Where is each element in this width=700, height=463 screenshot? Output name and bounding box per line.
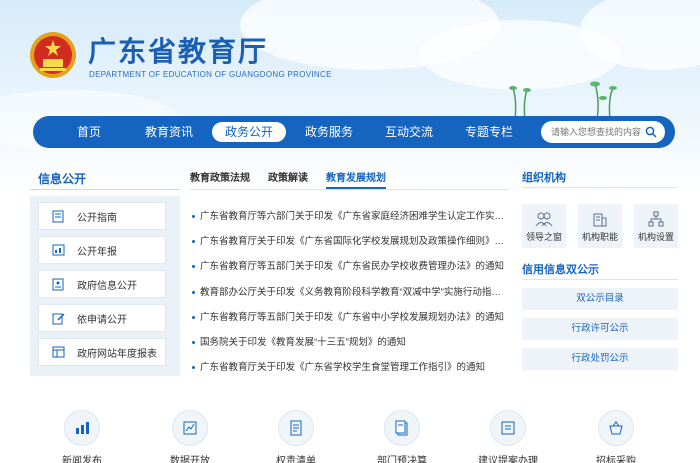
left-item-label: 政府网站年度报表	[77, 348, 157, 360]
left-item-guide[interactable]: 公开指南	[38, 202, 166, 230]
quick-link-procurement[interactable]: 招标采购	[586, 410, 646, 463]
search-input[interactable]	[541, 122, 641, 142]
building-icon	[591, 210, 609, 228]
data-icon	[172, 410, 208, 446]
site-subtitle: DEPARTMENT OF EDUCATION OF GUANGDONG PRO…	[89, 70, 332, 79]
org-item-label: 机构职能	[581, 231, 618, 242]
info-icon	[51, 277, 65, 291]
org-item-structure[interactable]: 机构设置	[634, 204, 678, 248]
chart-icon	[64, 410, 100, 446]
header-banner: 广东省教育厅 DEPARTMENT OF EDUCATION OF GUANGD…	[0, 0, 700, 190]
info-disclosure-panel: 信息公开 公开指南 公开年报 政府信息公开 依申请公开 政府网站年度报表	[30, 168, 180, 378]
news-item[interactable]: 广东省教育厅等五部门关于印发《广东省民办学校收费管理办法》的通知	[190, 254, 508, 279]
news-item[interactable]: 广东省教育厅等六部门关于印发《广东省家庭经济困难学生认定工作实施办法》的通知	[190, 204, 508, 229]
left-item-label: 公开指南	[77, 212, 117, 224]
nav-special-topics[interactable]: 专题专栏	[449, 122, 529, 142]
credit-catalog-button[interactable]: 双公示目录	[522, 288, 678, 310]
news-item[interactable]: 广东省教育厅等五部门关于印发《广东省中小学校发展规划办法》的通知	[190, 305, 508, 330]
news-item[interactable]: 教育部办公厅关于印发《义务教育阶段科学教育“双减中学”实施行动指南》的通知	[190, 280, 508, 305]
news-item[interactable]: 国务院关于印发《教育发展“十三五”规划》的通知	[190, 330, 508, 355]
news-item[interactable]: 广东省教育厅关于印发《广东省学校学生食堂管理工作指引》的通知	[190, 355, 508, 380]
search-icon[interactable]	[641, 122, 661, 142]
nav-education-news[interactable]: 教育资讯	[129, 122, 209, 142]
edit-icon	[51, 311, 65, 325]
org-row: 领导之窗 机构职能 机构设置	[522, 204, 678, 248]
nav-gov-affairs-open[interactable]: 政务公开	[212, 122, 286, 142]
news-list: 广东省教育厅等六部门关于印发《广东省家庭经济困难学生认定工作实施办法》的通知 广…	[190, 204, 508, 380]
policy-news-panel: 教育政策法规 政策解读 教育发展规划 广东省教育厅等六部门关于印发《广东省家庭经…	[190, 170, 508, 380]
org-item-label: 领导之窗	[525, 231, 562, 242]
quick-link-budget[interactable]: 部门预决算	[372, 410, 432, 463]
people-icon	[535, 210, 553, 228]
left-item-label: 公开年报	[77, 246, 117, 258]
tab-policy-regulations[interactable]: 教育政策法规	[190, 170, 250, 189]
quick-link-label: 数据开放	[170, 456, 210, 463]
quick-link-news-release[interactable]: 新闻发布	[52, 410, 112, 463]
admin-license-button[interactable]: 行政许可公示	[522, 318, 678, 340]
basket-icon	[598, 410, 634, 446]
quick-link-responsibility-list[interactable]: 权责清单	[266, 410, 326, 463]
table-icon	[51, 345, 65, 359]
quick-link-label: 权责清单	[276, 456, 316, 463]
plants-decoration-icon	[509, 81, 617, 120]
news-item[interactable]: 广东省教育厅关于印发《广东省国际化学校发展规划及政策操作细则》的通知	[190, 229, 508, 254]
left-item-annual-report[interactable]: 公开年报	[38, 236, 166, 264]
nav-gov-services[interactable]: 政务服务	[289, 122, 369, 142]
org-chart-icon	[647, 210, 665, 228]
info-disclosure-title: 信息公开	[30, 168, 180, 190]
search-box	[541, 121, 665, 143]
org-item-functions[interactable]: 机构职能	[578, 204, 622, 248]
quick-link-label: 建议提案办理	[478, 456, 538, 463]
quick-links-strip: 新闻发布 数据开放 权责清单 部门预决算 建议提案办理 招标采购	[0, 400, 700, 463]
quick-link-label: 部门预决算	[377, 456, 427, 463]
budget-icon	[384, 410, 420, 446]
tab-development-planning[interactable]: 教育发展规划	[326, 170, 386, 189]
main-nav: 首页 教育资讯 政务公开 政务服务 互动交流 专题专栏	[33, 116, 675, 148]
nav-interaction[interactable]: 互动交流	[369, 122, 449, 142]
list-icon	[278, 410, 314, 446]
left-item-apply-disclosure[interactable]: 依申请公开	[38, 304, 166, 332]
quick-link-proposals[interactable]: 建议提案办理	[478, 410, 538, 463]
org-credit-panel: 组织机构 领导之窗 机构职能 机构设置 信用信息双公示 双公示目录 行政许可公示…	[522, 168, 678, 383]
report-icon	[51, 243, 65, 257]
credit-title: 信用信息双公示	[522, 260, 678, 280]
left-item-label: 依申请公开	[77, 314, 127, 326]
left-item-label: 政府信息公开	[77, 280, 137, 292]
tab-policy-interpretation[interactable]: 政策解读	[268, 170, 308, 189]
admin-penalty-button[interactable]: 行政处罚公示	[522, 348, 678, 370]
proposal-icon	[490, 410, 526, 446]
document-icon	[51, 209, 65, 223]
quick-link-label: 招标采购	[596, 456, 636, 463]
org-item-leaders[interactable]: 领导之窗	[522, 204, 566, 248]
org-title: 组织机构	[522, 168, 678, 188]
quick-link-label: 新闻发布	[62, 456, 102, 463]
site-title: 广东省教育厅	[88, 37, 269, 68]
national-emblem-icon	[30, 32, 76, 78]
policy-tabs: 教育政策法规 政策解读 教育发展规划	[190, 170, 508, 190]
left-item-gov-info[interactable]: 政府信息公开	[38, 270, 166, 298]
left-item-website-report[interactable]: 政府网站年度报表	[38, 338, 166, 366]
nav-home[interactable]: 首页	[49, 122, 129, 142]
org-item-label: 机构设置	[637, 231, 674, 242]
quick-link-data-open[interactable]: 数据开放	[160, 410, 220, 463]
info-disclosure-list: 公开指南 公开年报 政府信息公开 依申请公开 政府网站年度报表	[30, 196, 180, 376]
